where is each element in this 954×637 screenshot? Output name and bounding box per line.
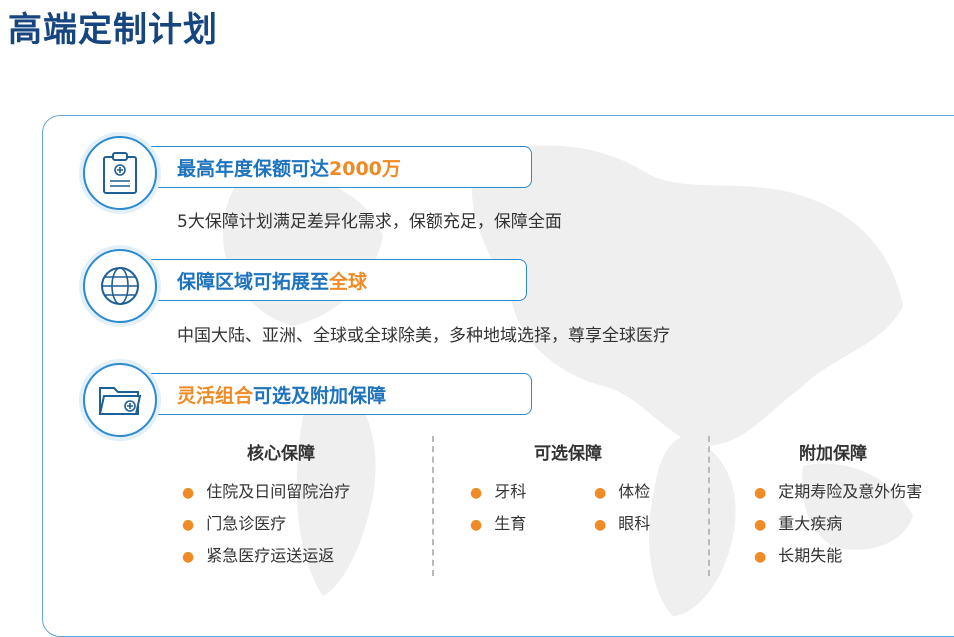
optional-coverage-title: 可选保障 xyxy=(534,444,602,464)
bullet-icon: ● xyxy=(754,549,767,565)
feature-description: 中国大陆、亚洲、全球或全球除美，多种地域选择，尊享全球医疗 xyxy=(177,326,670,346)
bullet-icon: ● xyxy=(754,517,767,533)
bullet-icon: ● xyxy=(594,517,607,533)
core-coverage-item: ● 门急诊医疗 xyxy=(182,514,287,533)
bullet-icon: ● xyxy=(182,485,195,501)
optional-coverage-item: ● 体检 xyxy=(594,482,651,501)
bullet-icon: ● xyxy=(594,485,607,501)
folder-icon xyxy=(83,363,157,437)
bullet-icon: ● xyxy=(182,549,195,565)
column-divider xyxy=(708,436,710,576)
additional-coverage-item: ● 长期失能 xyxy=(754,546,843,565)
bullet-icon: ● xyxy=(470,485,483,501)
optional-coverage-item: ● 生育 xyxy=(470,514,527,533)
globe-icon xyxy=(83,249,157,323)
feature-title-main: 可选及附加保障 xyxy=(253,384,387,407)
optional-coverage-item: ● 牙科 xyxy=(470,482,527,501)
feature-title-main: 最高年度保额可达 xyxy=(177,157,330,180)
feature-title-highlight: 全球 xyxy=(329,270,368,293)
feature-title-highlight: 灵活组合 xyxy=(177,384,254,407)
core-coverage-item: ● 紧急医疗运送运返 xyxy=(182,546,335,565)
clipboard-icon xyxy=(83,136,157,210)
bullet-icon: ● xyxy=(470,517,483,533)
feature-title-pill: 灵活组合 可选及附加保障 xyxy=(127,373,532,415)
page-title: 高端定制计划 xyxy=(8,10,218,50)
feature-title-highlight: 2000万 xyxy=(329,157,401,180)
additional-coverage-item: ● 定期寿险及意外伤害 xyxy=(754,482,923,501)
feature-description: 5大保障计划满足差异化需求，保额充足，保障全面 xyxy=(177,212,562,232)
additional-coverage-title: 附加保障 xyxy=(799,444,867,464)
feature-title-pill: 保障区域可拓展至 全球 xyxy=(127,259,527,301)
bullet-icon: ● xyxy=(182,517,195,533)
core-coverage-title: 核心保障 xyxy=(247,444,315,464)
bullet-icon: ● xyxy=(754,485,767,501)
feature-title-pill: 最高年度保额可达 2000万 xyxy=(127,146,532,188)
feature-title-main: 保障区域可拓展至 xyxy=(177,270,330,293)
optional-coverage-item: ● 眼科 xyxy=(594,514,651,533)
additional-coverage-item: ● 重大疾病 xyxy=(754,514,843,533)
column-divider xyxy=(432,436,434,576)
core-coverage-item: ● 住院及日间留院治疗 xyxy=(182,482,351,501)
